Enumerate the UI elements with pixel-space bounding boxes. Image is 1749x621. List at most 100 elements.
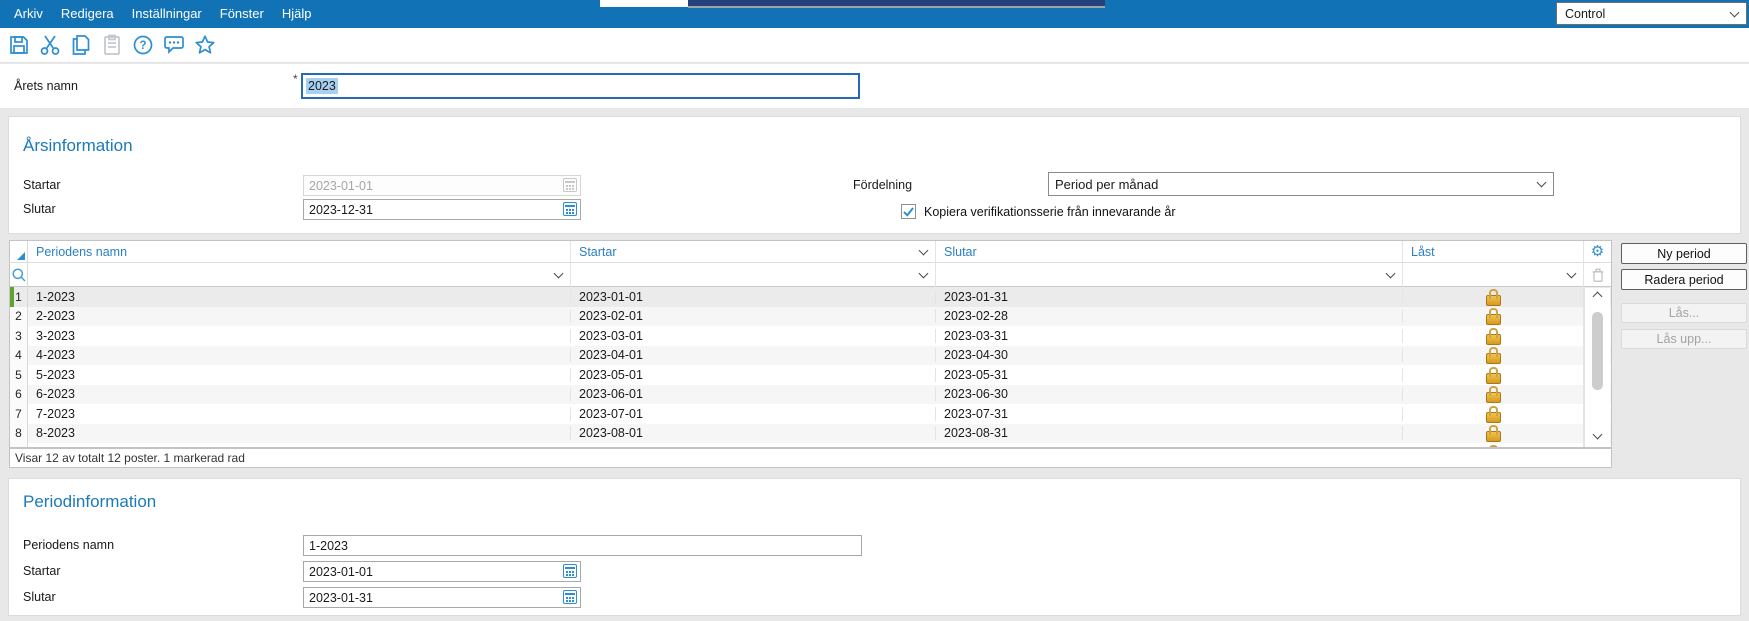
period-start-input[interactable]: 2023-01-01 <box>303 561 581 582</box>
filter-input-periodens-namn[interactable] <box>28 262 571 287</box>
scrollbar-thumb[interactable] <box>1592 312 1603 390</box>
table-settings-button[interactable]: ⚙ <box>1584 241 1611 263</box>
period-end-cell[interactable]: 2023-03-31 <box>936 328 1403 343</box>
row-number-cell[interactable]: 4 <box>10 345 28 365</box>
calendar-icon[interactable] <box>563 564 577 578</box>
period-end-input[interactable]: 2023-01-31 <box>303 587 581 608</box>
period-end-cell[interactable]: 2023-08-31 <box>936 426 1403 441</box>
table-row[interactable]: 3 3-2023 2023-03-01 2023-03-31 <box>10 326 1611 346</box>
period-start-cell[interactable]: 2023-05-01 <box>571 367 936 382</box>
period-name-cell[interactable]: 3-2023 <box>28 328 571 343</box>
scroll-up-icon[interactable] <box>1592 291 1603 302</box>
menu-item-installningar[interactable]: Inställningar <box>123 0 211 28</box>
row-number-cell[interactable]: 3 <box>10 326 28 346</box>
period-end-cell[interactable]: 2023-05-31 <box>936 367 1403 382</box>
period-name-cell[interactable]: 5-2023 <box>28 367 571 382</box>
year-end-input[interactable]: 2023-12-31 <box>303 199 581 220</box>
vertical-scrollbar[interactable] <box>1584 288 1610 447</box>
period-start-cell[interactable]: 2023-03-01 <box>571 328 936 343</box>
help-button[interactable]: ? <box>130 32 156 58</box>
period-start-cell[interactable]: 2023-04-01 <box>571 348 936 363</box>
table-row[interactable]: 6 6-2023 2023-06-01 2023-06-30 <box>10 384 1611 404</box>
cut-icon <box>40 35 60 55</box>
period-end-cell[interactable]: 2023-07-31 <box>936 406 1403 421</box>
distribution-select[interactable]: Period per månad <box>1048 172 1554 196</box>
cut-button[interactable] <box>37 32 63 58</box>
period-start-cell[interactable]: 2023-06-01 <box>571 387 936 402</box>
row-number-cell[interactable]: 5 <box>10 365 28 385</box>
menu-item-redigera[interactable]: Redigera <box>52 0 123 28</box>
filter-input-startar[interactable] <box>571 262 936 287</box>
period-locked-cell[interactable] <box>1403 326 1584 346</box>
period-name-cell[interactable]: 1-2023 <box>28 289 571 304</box>
year-name-input[interactable]: 2023 <box>301 73 860 99</box>
new-period-button[interactable]: Ny period <box>1621 243 1747 264</box>
row-number-cell[interactable]: 6 <box>10 384 28 404</box>
company-select[interactable]: Control <box>1556 2 1747 25</box>
row-number-cell[interactable]: 2 <box>10 306 28 326</box>
period-locked-cell[interactable] <box>1403 287 1584 307</box>
period-start-cell[interactable]: 2023-07-01 <box>571 406 936 421</box>
favorite-button[interactable] <box>192 32 218 58</box>
menu-item-hjalp[interactable]: Hjälp <box>273 0 321 28</box>
favorite-star-icon <box>195 35 215 54</box>
period-name-cell[interactable]: 4-2023 <box>28 348 571 363</box>
copy-verification-series-checkbox[interactable] <box>901 204 916 219</box>
period-locked-cell[interactable] <box>1403 345 1584 365</box>
table-row[interactable]: 8 8-2023 2023-08-01 2023-08-31 <box>10 423 1611 443</box>
table-row[interactable]: 1 1-2023 2023-01-01 2023-01-31 <box>10 287 1611 307</box>
clear-filter-button[interactable] <box>1584 263 1611 287</box>
period-end-cell[interactable]: 2023-04-30 <box>936 348 1403 363</box>
period-locked-cell[interactable] <box>1403 423 1584 443</box>
row-number-cell[interactable]: 8 <box>10 423 28 443</box>
period-start-cell[interactable]: 2023-08-01 <box>571 426 936 441</box>
chevron-down-icon[interactable] <box>918 268 929 278</box>
table-row[interactable]: 7 7-2023 2023-07-01 2023-07-31 <box>10 404 1611 424</box>
row-number-cell[interactable]: 7 <box>10 404 28 424</box>
row-number-cell[interactable]: 1 <box>10 287 28 307</box>
table-row[interactable]: 5 5-2023 2023-05-01 2023-05-31 <box>10 365 1611 385</box>
save-button[interactable] <box>6 32 32 58</box>
chevron-down-icon[interactable] <box>918 245 929 255</box>
period-locked-cell[interactable] <box>1403 306 1584 326</box>
period-locked-cell[interactable] <box>1403 384 1584 404</box>
menu-item-fonster[interactable]: Fönster <box>211 0 273 28</box>
period-locked-cell[interactable] <box>1403 404 1584 424</box>
chevron-down-icon[interactable] <box>1385 268 1396 278</box>
table-row[interactable]: 2 2-2023 2023-02-01 2023-02-28 <box>10 306 1611 326</box>
feedback-button[interactable] <box>161 32 187 58</box>
period-name-cell[interactable]: 7-2023 <box>28 406 571 421</box>
period-end-cell[interactable]: 2023-01-31 <box>936 289 1403 304</box>
period-name-cell[interactable]: 2-2023 <box>28 309 571 324</box>
scroll-down-icon[interactable] <box>1592 429 1603 440</box>
period-end-cell[interactable]: 2023-06-30 <box>936 387 1403 402</box>
filter-input-slutar[interactable] <box>936 262 1403 287</box>
chevron-down-icon[interactable] <box>1566 268 1577 278</box>
calendar-icon[interactable] <box>563 202 577 216</box>
period-name-input[interactable]: 1-2023 <box>303 535 862 556</box>
period-end-cell[interactable]: 2023-02-28 <box>936 309 1403 324</box>
period-name-cell[interactable]: 6-2023 <box>28 387 571 402</box>
column-header-slutar[interactable]: Slutar <box>936 241 1403 263</box>
copy-button[interactable] <box>68 32 94 58</box>
distribution-label: Fördelning <box>853 178 913 192</box>
period-locked-cell[interactable] <box>1403 365 1584 385</box>
gear-icon: ⚙ <box>1590 243 1605 260</box>
column-header-startar[interactable]: Startar <box>571 241 936 263</box>
period-start-cell[interactable]: 2023-01-01 <box>571 289 936 304</box>
column-header-periodens-namn[interactable]: Periodens namn <box>28 241 571 263</box>
chevron-down-icon[interactable] <box>553 268 564 278</box>
calendar-icon <box>563 178 577 192</box>
period-start-cell[interactable]: 2023-02-01 <box>571 309 936 324</box>
filter-input-last[interactable] <box>1403 262 1584 287</box>
period-name-cell[interactable]: 8-2023 <box>28 426 571 441</box>
select-all-corner[interactable] <box>10 241 28 263</box>
column-header-last[interactable]: Låst <box>1403 241 1584 263</box>
delete-period-button[interactable]: Radera period <box>1621 269 1747 290</box>
year-start-value: 2023-01-01 <box>309 178 373 193</box>
menu-item-arkiv[interactable]: Arkiv <box>5 0 52 28</box>
calendar-icon[interactable] <box>563 590 577 604</box>
table-row[interactable]: 4 4-2023 2023-04-01 2023-04-30 <box>10 345 1611 365</box>
lock-icon <box>1485 405 1501 423</box>
year-info-title: Årsinformation <box>23 136 133 155</box>
